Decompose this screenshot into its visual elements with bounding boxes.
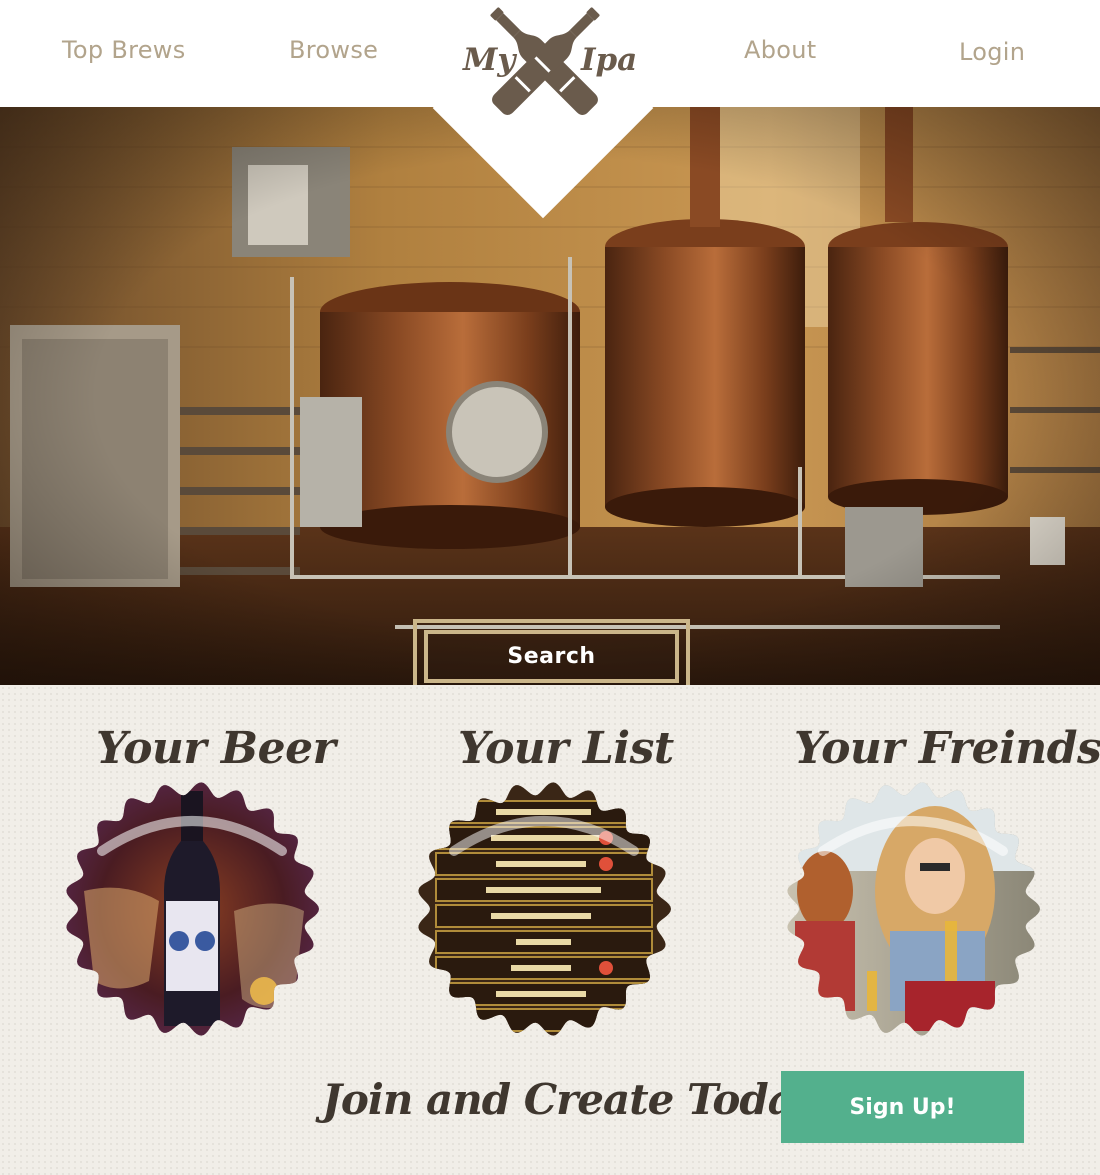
- nav-browse[interactable]: Browse: [289, 36, 378, 64]
- feature-title-your-beer: Your Beer: [96, 723, 336, 774]
- tap-list-board-photo: [418, 782, 672, 1036]
- search-button-label: Search: [507, 644, 596, 669]
- join-create-heading: Join and Create Today!: [322, 1075, 836, 1124]
- beer-bottle-glasses-photo: [66, 782, 320, 1036]
- your-friends-image[interactable]: [785, 781, 1041, 1037]
- feature-title-your-friends: Your Freinds: [794, 723, 1100, 774]
- feature-title-your-list: Your List: [458, 723, 674, 774]
- sign-up-button[interactable]: Sign Up!: [781, 1071, 1024, 1143]
- your-beer-image[interactable]: [64, 781, 320, 1037]
- your-list-image[interactable]: [416, 781, 672, 1037]
- features-section: Your Beer Your List Your Freinds Join an…: [0, 685, 1100, 1175]
- friends-in-van-photo: [787, 782, 1041, 1036]
- sign-up-button-label: Sign Up!: [849, 1094, 956, 1120]
- search-button-inner: Search: [424, 630, 679, 683]
- logo-text-my: My: [463, 42, 516, 78]
- logo-text-ipa: Ipa: [581, 42, 638, 78]
- search-button[interactable]: Search: [413, 619, 690, 685]
- nav-login[interactable]: Login: [959, 38, 1025, 66]
- nav-top-brews[interactable]: Top Brews: [62, 36, 186, 64]
- site-logo[interactable]: My Ipa: [455, 0, 638, 130]
- nav-about[interactable]: About: [744, 36, 816, 64]
